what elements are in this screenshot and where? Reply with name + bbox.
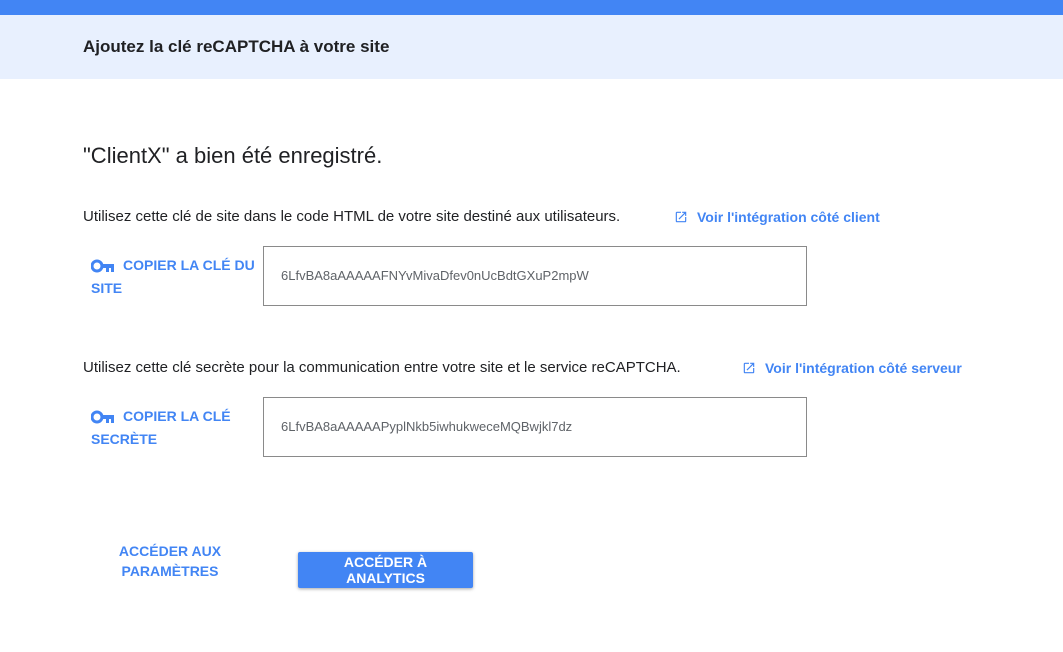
client-integration-link[interactable]: Voir l'intégration côté client	[674, 209, 880, 225]
client-integration-link-label: Voir l'intégration côté client	[697, 209, 880, 225]
open-in-new-icon	[743, 362, 755, 374]
analytics-button[interactable]: ACCÉDER À ANALYTICS	[298, 552, 473, 588]
open-in-new-icon	[675, 211, 687, 223]
site-key-description: Utilisez cette clé de site dans le code …	[83, 208, 621, 225]
copy-secret-key-button[interactable]: COPIER LA CLÉ SECRÈTE	[91, 405, 256, 451]
copy-site-key-button[interactable]: COPIER LA CLÉ DU SITE	[91, 254, 256, 300]
copy-site-key-label: COPIER LA CLÉ DU SITE	[91, 257, 255, 296]
top-accent-bar	[0, 0, 1063, 15]
key-icon	[91, 410, 114, 424]
secret-key-field[interactable]: 6LfvBA8aAAAAAPyplNkb5iwhukweceMQBwjkl7dz	[263, 397, 807, 457]
server-integration-link[interactable]: Voir l'intégration côté serveur	[742, 360, 962, 376]
success-message: "ClientX" a bien été enregistré.	[83, 143, 383, 168]
settings-button[interactable]: ACCÉDER AUX PARAMÈTRES	[110, 541, 230, 581]
server-integration-link-label: Voir l'intégration côté serveur	[765, 360, 962, 376]
key-icon	[91, 259, 114, 273]
site-key-field[interactable]: 6LfvBA8aAAAAAFNYvMivaDfev0nUcBdtGXuP2mpW	[263, 246, 807, 306]
secret-key-description: Utilisez cette clé secrète pour la commu…	[83, 359, 681, 376]
page-title: Ajoutez la clé reCAPTCHA à votre site	[83, 37, 390, 56]
